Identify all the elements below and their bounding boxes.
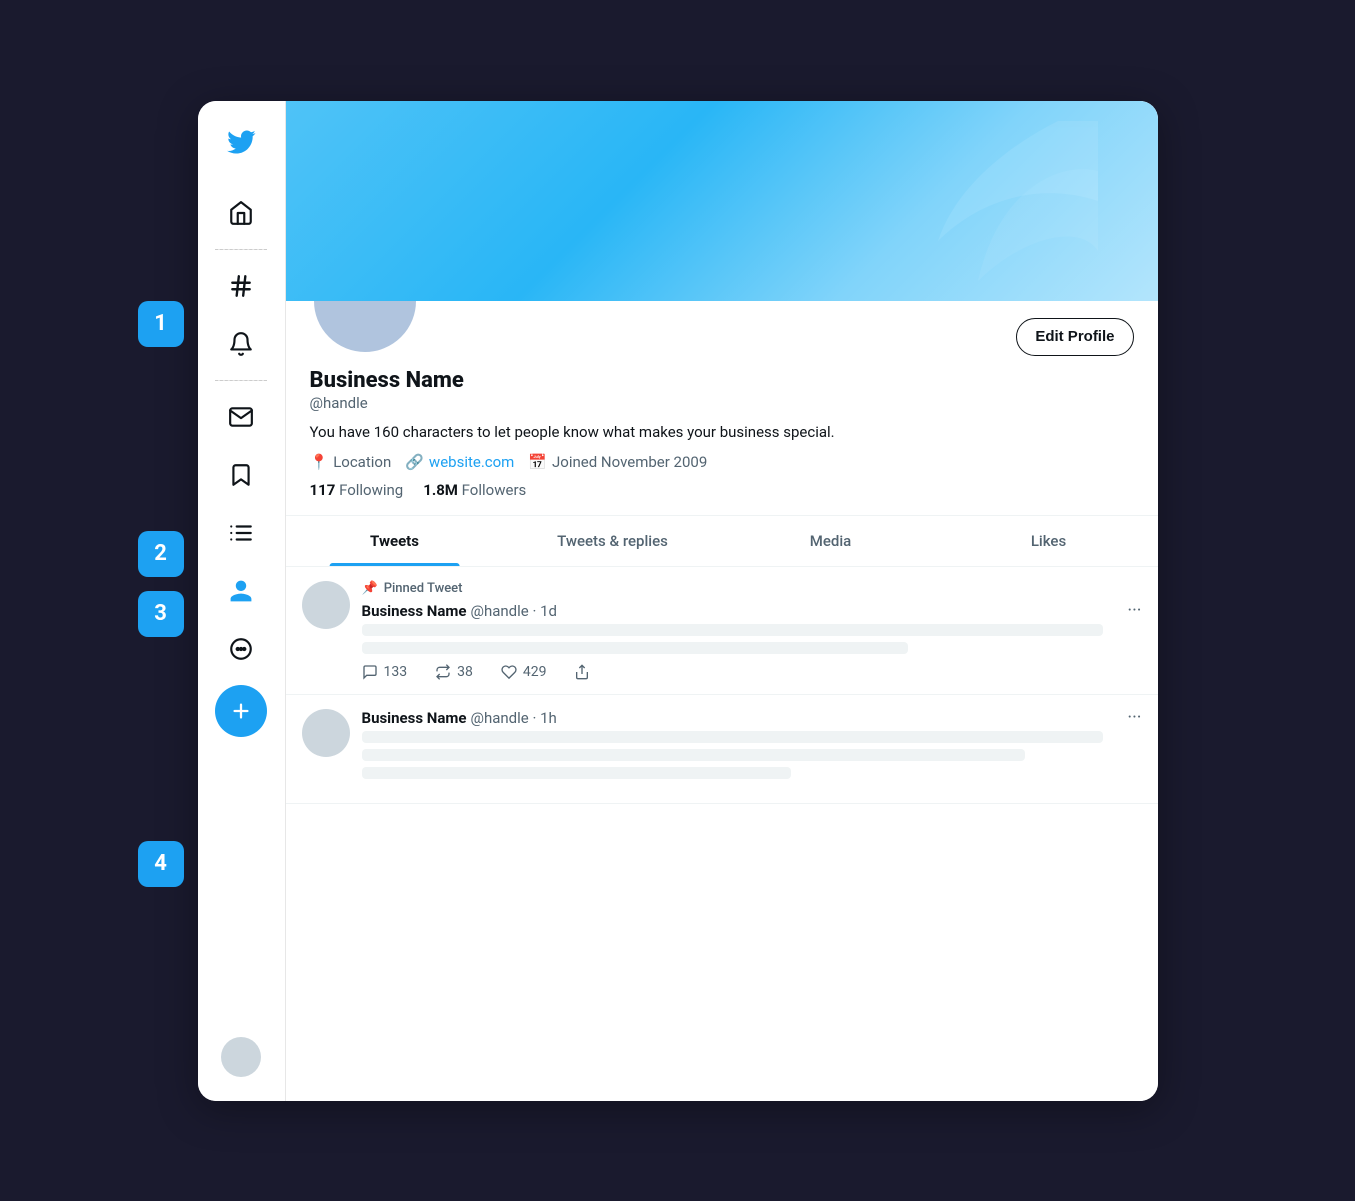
compose-button[interactable] (215, 685, 267, 737)
pin-icon: 📌 (362, 581, 378, 596)
tweet-username-2: Business Name (362, 709, 467, 727)
tweet-header-1: Business Name @handle · 1d ··· (362, 602, 1142, 620)
tweet-meta-1: Business Name @handle · 1d (362, 602, 558, 620)
tweet-line (362, 767, 791, 779)
link-icon: 🔗 (405, 453, 424, 471)
following-stat[interactable]: 117 Following (310, 481, 404, 499)
website-link[interactable]: website.com (429, 453, 514, 471)
tweet-avatar-1 (302, 581, 350, 629)
tweet-meta-2: Business Name @handle · 1h (362, 709, 557, 727)
profile-banner (286, 101, 1158, 301)
tweet-actions-1: 133 38 429 (362, 664, 1142, 680)
tab-tweets[interactable]: Tweets (286, 516, 504, 566)
retweet-action-1[interactable]: 38 (435, 664, 473, 680)
banner-bird-decoration (778, 121, 1098, 301)
reply-count-1: 133 (384, 664, 408, 680)
calendar-icon: 📅 (528, 453, 547, 471)
app-window: Edit Profile Business Name @handle You h… (198, 101, 1158, 1101)
sidebar-item-lists[interactable] (215, 507, 267, 559)
profile-handle: @handle (310, 394, 1134, 412)
main-content: Edit Profile Business Name @handle You h… (286, 101, 1158, 1101)
tweet-more-1[interactable]: ··· (1127, 602, 1141, 620)
sidebar-item-notifications[interactable] (215, 318, 267, 370)
tweet-avatar-2 (302, 709, 350, 757)
profile-tabs: Tweets Tweets & replies Media Likes (286, 516, 1158, 567)
profile-name: Business Name (310, 368, 1134, 394)
profile-website[interactable]: 🔗 website.com (405, 453, 514, 471)
sidebar (198, 101, 286, 1101)
tweets-list: 📌 Pinned Tweet Business Name @handle · 1… (286, 567, 1158, 804)
sidebar-item-profile[interactable] (215, 565, 267, 617)
followers-count: 1.8M (423, 481, 458, 499)
like-count-1: 429 (523, 664, 547, 680)
tweet-body-2: Business Name @handle · 1h ··· (362, 709, 1142, 789)
sidebar-item-explore[interactable] (215, 260, 267, 312)
outer-wrapper: 1 2 3 4 (198, 101, 1158, 1101)
edit-profile-button[interactable]: Edit Profile (1016, 318, 1133, 356)
sidebar-item-more[interactable] (215, 623, 267, 675)
pinned-text: Pinned Tweet (384, 581, 463, 596)
profile-meta: 📍 Location 🔗 website.com 📅 Joined Novemb… (310, 453, 1134, 471)
tab-likes[interactable]: Likes (940, 516, 1158, 566)
tweet-body-1: 📌 Pinned Tweet Business Name @handle · 1… (362, 581, 1142, 680)
joined-text: Joined November 2009 (552, 453, 707, 471)
badge-4: 4 (138, 841, 184, 887)
sidebar-item-bookmarks[interactable] (215, 449, 267, 501)
tweet-text-1 (362, 624, 1142, 654)
like-action-1[interactable]: 429 (501, 664, 547, 680)
user-avatar-sidebar[interactable] (221, 1037, 261, 1077)
tweet-line (362, 624, 1103, 636)
tweet-line (362, 642, 908, 654)
badge-2: 2 (138, 531, 184, 577)
tweet-handle-time-1: @handle · 1d (471, 602, 558, 620)
tweet-line (362, 749, 1025, 761)
tweet-item-pinned[interactable]: 📌 Pinned Tweet Business Name @handle · 1… (286, 567, 1158, 695)
location-icon: 📍 (310, 453, 329, 471)
divider-2 (215, 380, 267, 381)
followers-label-text: Followers (462, 481, 527, 499)
tab-tweets-replies[interactable]: Tweets & replies (504, 516, 722, 566)
profile-bio: You have 160 characters to let people kn… (310, 422, 1134, 443)
profile-stats: 117 Following 1.8M Followers (310, 481, 1134, 499)
tab-media[interactable]: Media (722, 516, 940, 566)
tweet-header-2: Business Name @handle · 1h ··· (362, 709, 1142, 727)
sidebar-item-home[interactable] (215, 187, 267, 239)
reply-action-1[interactable]: 133 (362, 664, 408, 680)
profile-joined: 📅 Joined November 2009 (528, 453, 707, 471)
sidebar-item-messages[interactable] (215, 391, 267, 443)
twitter-logo[interactable] (216, 117, 266, 171)
retweet-count-1: 38 (457, 664, 473, 680)
following-count: 117 (310, 481, 336, 499)
following-label-text: Following (339, 481, 403, 499)
share-action-1[interactable] (574, 664, 590, 680)
tweet-more-2[interactable]: ··· (1127, 709, 1141, 727)
pinned-label: 📌 Pinned Tweet (362, 581, 1142, 596)
tweet-item-2[interactable]: Business Name @handle · 1h ··· (286, 695, 1158, 804)
badge-3: 3 (138, 591, 184, 637)
tweet-line (362, 731, 1103, 743)
profile-location: 📍 Location (310, 453, 392, 471)
badge-1: 1 (138, 301, 184, 347)
tweet-text-2 (362, 731, 1142, 779)
divider-1 (215, 249, 267, 250)
followers-stat[interactable]: 1.8M Followers (423, 481, 526, 499)
tweet-handle-time-2: @handle · 1h (471, 709, 557, 727)
location-text: Location (333, 453, 391, 471)
tweet-username-1: Business Name (362, 602, 467, 620)
